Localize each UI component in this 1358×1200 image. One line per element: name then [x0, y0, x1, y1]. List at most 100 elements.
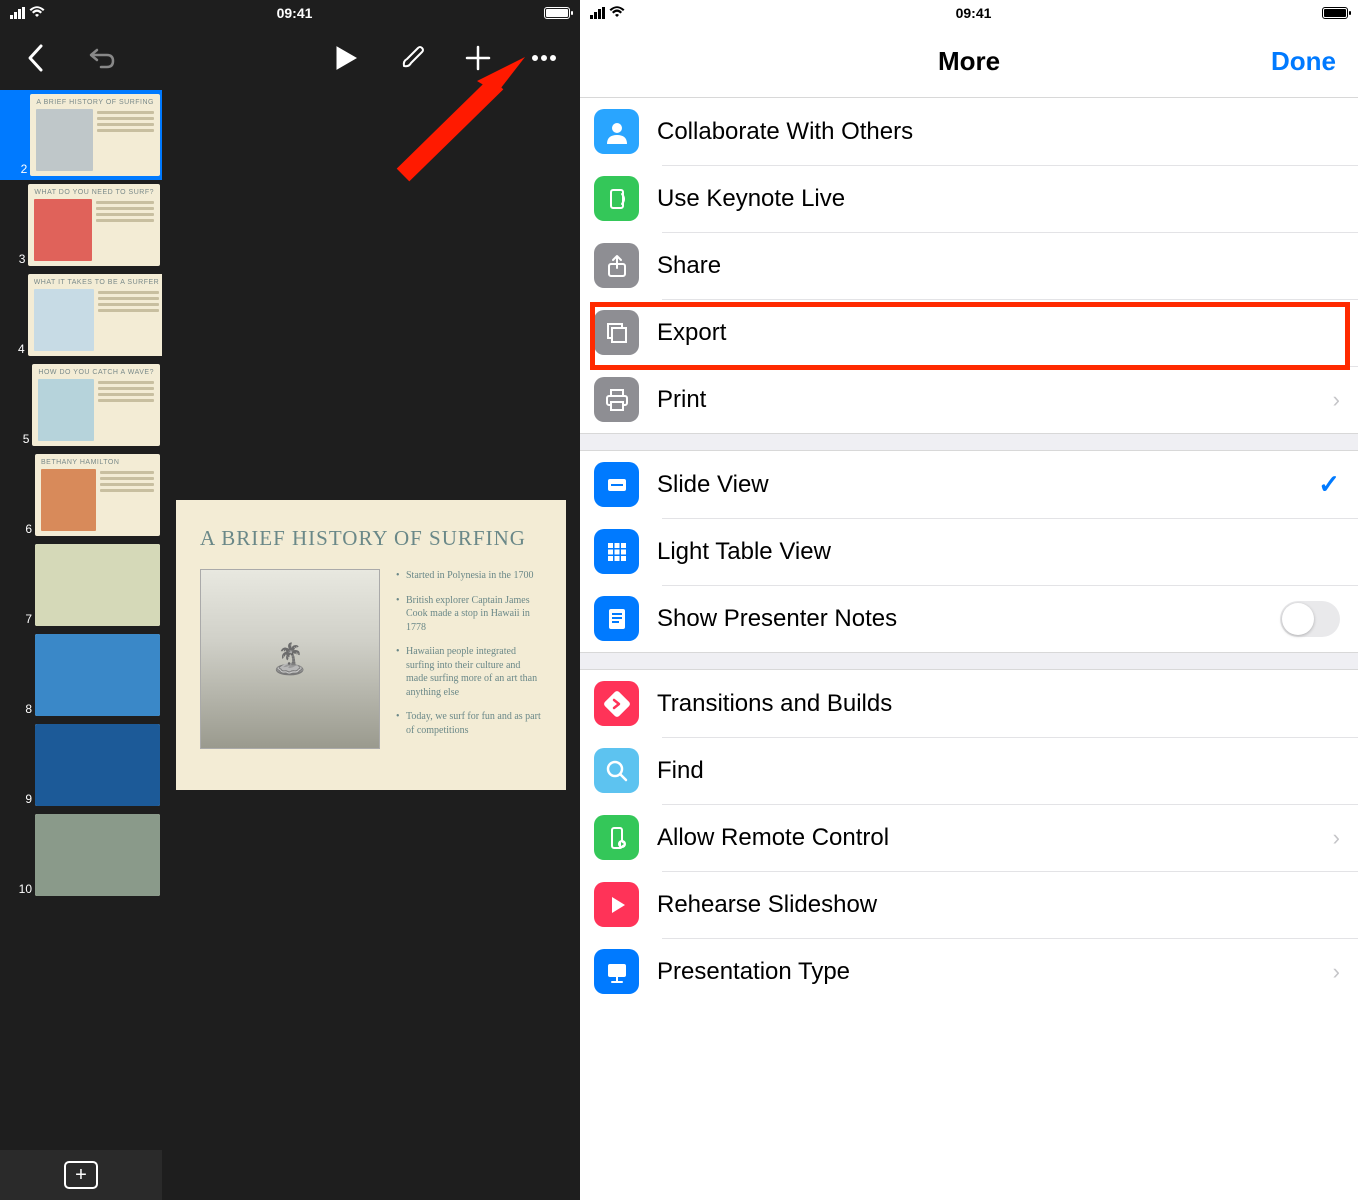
keynote-live-icon [594, 176, 639, 221]
row-label: Presentation Type [657, 958, 1315, 986]
section-divider [580, 433, 1358, 451]
light-table-icon [594, 529, 639, 574]
row-label: Find [657, 757, 1340, 785]
presenter-notes-icon [594, 596, 639, 641]
slide-bullet[interactable]: Today, we surf for fun and as part of co… [396, 710, 542, 737]
thumbnail-slide[interactable]: 8 [0, 630, 162, 720]
thumbnail-preview: BETHANY HAMILTON [35, 454, 160, 536]
status-bar: 09:41 [580, 0, 1358, 26]
row-label: Collaborate With Others [657, 118, 1340, 146]
section-divider [580, 652, 1358, 670]
row-label: Slide View [657, 471, 1300, 499]
row-label: Export [657, 319, 1340, 347]
slide-bullet[interactable]: Hawaiian people integrated surfing into … [396, 645, 542, 699]
rehearse-icon [594, 882, 639, 927]
status-time: 09:41 [956, 5, 992, 21]
row-transitions[interactable]: Transitions and Builds [580, 670, 1358, 737]
row-slide-view[interactable]: Slide View ✓ [580, 451, 1358, 518]
row-label: Light Table View [657, 538, 1340, 566]
slide-bullet[interactable]: Started in Polynesia in the 1700 [396, 569, 542, 583]
slide-canvas[interactable]: A BRIEF HISTORY OF SURFING Started in Po… [162, 90, 580, 1200]
thumbnail-number: 2 [18, 162, 27, 176]
slide-thumbnails[interactable]: 2A BRIEF HISTORY OF SURFING3WHAT DO YOU … [0, 90, 162, 1200]
thumbnail-slide[interactable]: 6BETHANY HAMILTON [0, 450, 162, 540]
row-label: Show Presenter Notes [657, 605, 1262, 633]
presenter-notes-toggle[interactable] [1280, 601, 1340, 637]
print-icon [594, 377, 639, 422]
undo-button[interactable] [84, 40, 120, 76]
thumbnail-slide[interactable]: 10 [0, 810, 162, 900]
thumbnail-number: 5 [18, 432, 29, 446]
editor-toolbar [0, 26, 580, 90]
keynote-editor-screen: 09:41 [0, 0, 580, 1200]
signal-icon [590, 7, 605, 19]
share-icon [594, 243, 639, 288]
row-label: Share [657, 252, 1340, 280]
wifi-icon [609, 5, 625, 22]
wifi-icon [29, 5, 45, 22]
thumbnail-number: 9 [18, 792, 32, 806]
chevron-right-icon: › [1333, 825, 1340, 851]
back-button[interactable] [18, 40, 54, 76]
thumbnail-preview [35, 634, 160, 716]
thumbnail-slide[interactable]: 3WHAT DO YOU NEED TO SURF? [0, 180, 162, 270]
current-slide[interactable]: A BRIEF HISTORY OF SURFING Started in Po… [176, 500, 566, 790]
thumbnail-number: 10 [18, 882, 32, 896]
row-presenter-notes[interactable]: Show Presenter Notes [580, 585, 1358, 652]
more-header: More Done [580, 26, 1358, 98]
thumbnail-slide[interactable]: 5HOW DO YOU CATCH A WAVE? [0, 360, 162, 450]
row-presentation-type[interactable]: Presentation Type › [580, 938, 1358, 1005]
thumbnail-preview: WHAT IT TAKES TO BE A SURFER [28, 274, 162, 356]
signal-icon [10, 7, 25, 19]
chevron-right-icon: › [1333, 959, 1340, 985]
format-brush-button[interactable] [394, 40, 430, 76]
add-slide-button[interactable]: + [64, 1161, 98, 1189]
add-slide-bar: + [0, 1150, 162, 1200]
transitions-icon [594, 681, 639, 726]
thumbnail-preview [35, 544, 160, 626]
more-button[interactable] [526, 40, 562, 76]
status-time: 09:41 [277, 5, 313, 21]
thumbnail-preview [35, 814, 160, 896]
add-button[interactable] [460, 40, 496, 76]
battery-icon [1322, 7, 1348, 19]
row-remote-control[interactable]: Allow Remote Control › [580, 804, 1358, 871]
slide-title[interactable]: A BRIEF HISTORY OF SURFING [200, 526, 542, 551]
row-label: Print [657, 386, 1315, 414]
collaborate-icon [594, 109, 639, 154]
done-button[interactable]: Done [1271, 46, 1336, 77]
thumbnail-slide[interactable]: 7 [0, 540, 162, 630]
row-export[interactable]: Export [580, 299, 1358, 366]
thumbnail-slide[interactable]: 9 [0, 720, 162, 810]
thumbnail-preview: HOW DO YOU CATCH A WAVE? [32, 364, 160, 446]
row-label: Allow Remote Control [657, 824, 1315, 852]
export-icon [594, 310, 639, 355]
more-menu-screen: 09:41 More Done Collaborate With Others … [580, 0, 1358, 1200]
find-icon [594, 748, 639, 793]
slide-view-icon [594, 462, 639, 507]
battery-icon [544, 7, 570, 19]
row-collaborate[interactable]: Collaborate With Others [580, 98, 1358, 165]
slide-bullet[interactable]: British explorer Captain James Cook made… [396, 594, 542, 635]
thumbnail-preview: WHAT DO YOU NEED TO SURF? [28, 184, 160, 266]
more-menu-list: Collaborate With Others Use Keynote Live… [580, 98, 1358, 1005]
row-share[interactable]: Share [580, 232, 1358, 299]
thumbnail-number: 4 [18, 342, 25, 356]
row-rehearse[interactable]: Rehearse Slideshow [580, 871, 1358, 938]
chevron-right-icon: › [1333, 387, 1340, 413]
play-button[interactable] [328, 40, 364, 76]
row-light-table[interactable]: Light Table View [580, 518, 1358, 585]
thumbnail-preview [35, 724, 160, 806]
row-label: Transitions and Builds [657, 690, 1340, 718]
row-keynote-live[interactable]: Use Keynote Live [580, 165, 1358, 232]
presentation-type-icon [594, 949, 639, 994]
thumbnail-slide[interactable]: 4WHAT IT TAKES TO BE A SURFER [0, 270, 162, 360]
row-find[interactable]: Find [580, 737, 1358, 804]
row-label: Rehearse Slideshow [657, 891, 1340, 919]
slide-image[interactable] [200, 569, 380, 749]
thumbnail-number: 3 [18, 252, 25, 266]
thumbnail-slide[interactable]: 2A BRIEF HISTORY OF SURFING [0, 90, 162, 180]
slide-bullet-list[interactable]: Started in Polynesia in the 1700 British … [396, 569, 542, 749]
row-print[interactable]: Print › [580, 366, 1358, 433]
thumbnail-number: 6 [18, 522, 32, 536]
